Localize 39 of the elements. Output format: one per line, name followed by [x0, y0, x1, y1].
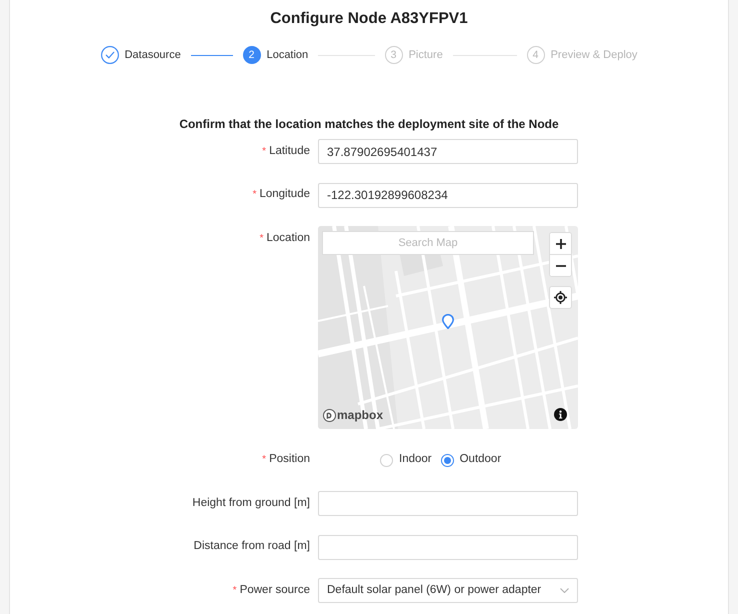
field-label: Height from ground [m] — [192, 496, 310, 511]
radio-label[interactable]: Indoor — [399, 451, 432, 469]
minus-icon — [556, 264, 566, 267]
field-label: Longitude — [259, 187, 310, 202]
field-label: Power source — [240, 582, 310, 598]
dropdown[interactable]: Default solar panel (6W) or power adapter — [318, 578, 578, 603]
required-mark: * — [262, 455, 266, 465]
step-label[interactable]: Location — [266, 46, 308, 64]
field-label: Location — [266, 230, 310, 246]
input-field[interactable]: 37.87902695401437 — [318, 139, 578, 164]
required-mark: * — [262, 146, 266, 156]
search-field[interactable]: Search Map — [322, 231, 534, 255]
step-number: 3 — [384, 46, 403, 64]
input-field[interactable] — [318, 534, 578, 560]
page-title: Configure Node A83YFPV1 — [269, 9, 469, 29]
field-label: Distance from road [m] — [194, 539, 310, 554]
map-pin-icon[interactable] — [442, 314, 454, 329]
logo-text: mapbox — [337, 409, 384, 422]
locate-button[interactable] — [549, 286, 572, 309]
required-mark: * — [260, 234, 264, 244]
radio-button[interactable] — [380, 454, 393, 466]
required-mark: * — [252, 190, 256, 200]
plus-icon — [556, 238, 566, 249]
radio-button[interactable] — [440, 454, 454, 466]
field-label: Latitude — [269, 144, 310, 159]
step-label[interactable]: Datasource — [124, 46, 181, 64]
info-icon[interactable] — [554, 408, 567, 421]
input-field[interactable]: -122.30192899608234 — [318, 182, 578, 208]
step-connector — [190, 54, 233, 56]
radio-label[interactable]: Outdoor — [460, 451, 502, 469]
step-number: 4 — [526, 46, 545, 64]
field-label: Position — [269, 452, 310, 468]
chevron-down-icon — [560, 588, 569, 593]
required-mark: * — [232, 586, 237, 596]
form-heading: Confirm that the location matches the deployment site of the Node — [178, 116, 560, 133]
input-field[interactable] — [318, 491, 578, 516]
crosshair-icon — [554, 291, 567, 304]
zoom-out-button[interactable] — [550, 254, 571, 276]
step-number: 2 — [242, 46, 261, 64]
